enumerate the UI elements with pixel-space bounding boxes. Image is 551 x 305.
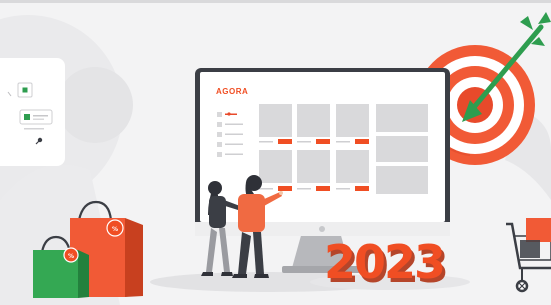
year-headline: 2023 2023 <box>324 235 449 293</box>
svg-text:%: % <box>68 253 74 260</box>
side-ui-panel <box>0 58 65 166</box>
svg-text:2023: 2023 <box>324 235 444 289</box>
banner-block <box>376 136 428 162</box>
brand-logo: AGORA <box>216 87 248 96</box>
ecommerce-illustration: AGORA % % 2023 2023 <box>0 0 551 305</box>
svg-text:%: % <box>112 226 118 233</box>
discount-tag: % <box>106 219 124 237</box>
discount-tag: % <box>63 247 79 263</box>
banner-block <box>376 104 428 132</box>
banner-block <box>376 166 428 194</box>
